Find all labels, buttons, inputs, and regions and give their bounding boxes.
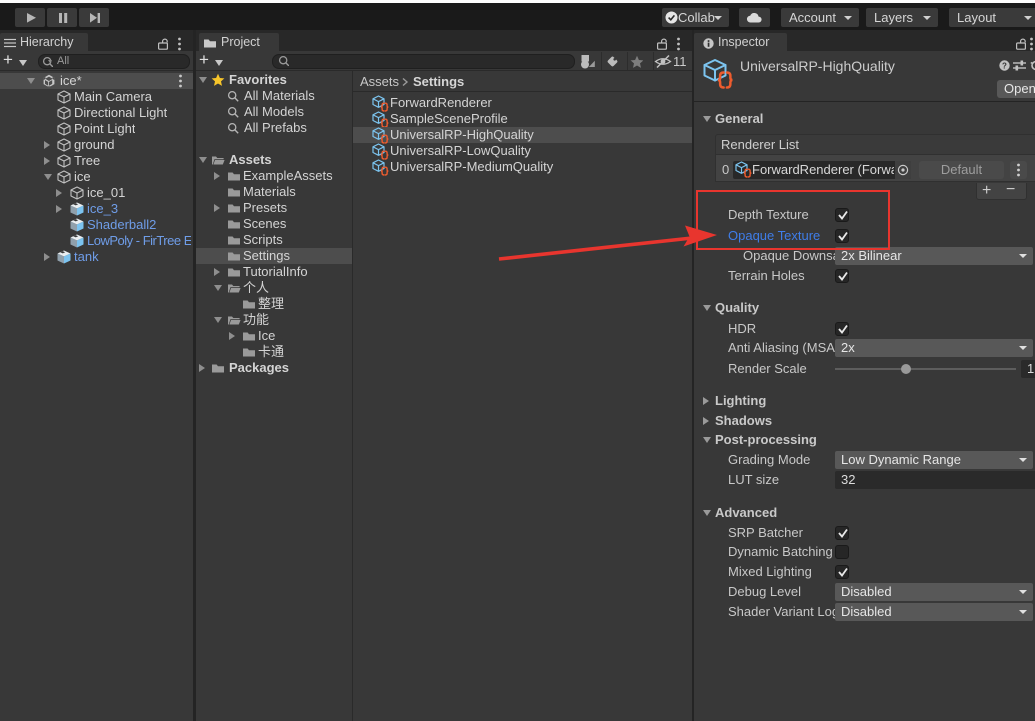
svg-text:?: ? xyxy=(1002,61,1007,70)
